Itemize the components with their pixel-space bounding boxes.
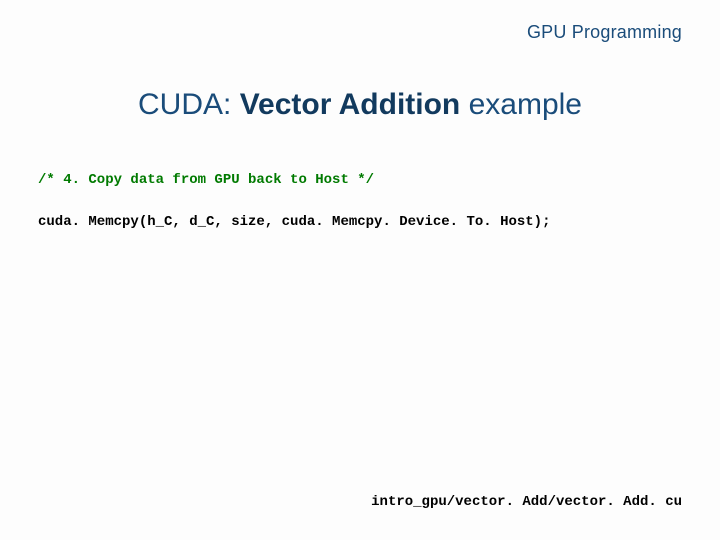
title-suffix: example xyxy=(460,88,582,121)
code-comment: /* 4. Copy data from GPU back to Host */ xyxy=(38,172,374,188)
code-block: /* 4. Copy data from GPU back to Host */… xyxy=(38,170,682,233)
title-prefix: CUDA: xyxy=(138,88,240,121)
footer-source-path: intro_gpu/vector. Add/vector. Add. cu xyxy=(371,494,682,510)
title-bold: Vector Addition xyxy=(240,88,461,121)
code-line: cuda. Memcpy(h_C, d_C, size, cuda. Memcp… xyxy=(38,214,550,230)
slide-header: GPU Programming xyxy=(527,22,682,43)
slide-title: CUDA: Vector Addition example xyxy=(0,88,720,122)
